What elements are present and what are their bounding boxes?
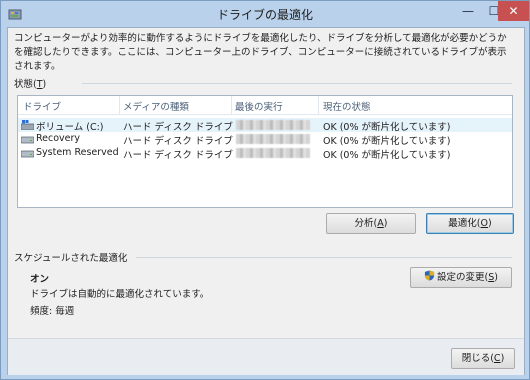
- schedule-description: ドライブは自動的に最適化されています。: [30, 289, 210, 300]
- column-header-drive[interactable]: ドライブ: [23, 99, 61, 113]
- media-type: ハード ディスク ドライブ: [123, 150, 233, 161]
- description-text: コンピューターがより効率的に動作するようにドライブを最適化したり、ドライブを分析…: [14, 33, 507, 72]
- last-run-redacted: [236, 134, 310, 144]
- schedule-frequency: 頻度: 毎週: [30, 306, 75, 317]
- hard-drive-icon: [21, 150, 34, 158]
- last-run-redacted: [236, 120, 310, 130]
- drive-row-system-reserved[interactable]: System Reserved ハード ディスク ドライブ OK (0% が断片…: [18, 146, 512, 161]
- status-separator: [82, 83, 512, 84]
- schedule-separator: [136, 257, 512, 258]
- column-header-media-type[interactable]: メディアの種類: [123, 99, 189, 113]
- optimize-drives-window: ドライブの最適化 — ☐ ✕ コンピューターがより効率的に動作するようにドライブ…: [0, 0, 530, 380]
- list-header: ドライブ メディアの種類 最後の実行 現在の状態: [18, 96, 512, 115]
- drive-list[interactable]: ドライブ メディアの種類 最後の実行 現在の状態 ボリューム (C:) ハード …: [17, 95, 513, 208]
- dialog-footer: 閉じる(C): [8, 338, 524, 375]
- drive-row-c[interactable]: ボリューム (C:) ハード ディスク ドライブ OK (0% が断片化していま…: [18, 118, 512, 133]
- status-section-label: 状態(T): [14, 79, 47, 90]
- drive-status: OK (0% が断片化しています): [323, 150, 451, 161]
- drive-name: System Reserved: [36, 147, 119, 158]
- minimize-button[interactable]: —: [455, 1, 481, 21]
- dialog-body: コンピューターがより効率的に動作するようにドライブを最適化したり、ドライブを分析…: [7, 27, 525, 375]
- drive-name: ボリューム (C:): [36, 122, 104, 133]
- uac-shield-icon: [424, 270, 435, 281]
- schedule-section-label: スケジュールされた最適化: [14, 253, 128, 264]
- windows-drive-icon: [21, 120, 34, 130]
- drive-name: Recovery: [36, 133, 81, 144]
- column-divider[interactable]: [318, 96, 319, 114]
- schedule-status: オン: [30, 274, 50, 285]
- title-bar[interactable]: ドライブの最適化 — ☐ ✕: [1, 1, 529, 27]
- media-type: ハード ディスク ドライブ: [123, 136, 233, 147]
- column-divider[interactable]: [231, 96, 232, 114]
- column-header-current-status[interactable]: 現在の状態: [323, 99, 371, 113]
- close-window-button[interactable]: ✕: [498, 1, 529, 21]
- drive-row-recovery[interactable]: Recovery ハード ディスク ドライブ OK (0% が断片化しています): [18, 132, 512, 147]
- last-run-redacted: [236, 148, 310, 158]
- hard-drive-icon: [21, 136, 34, 144]
- drive-status: OK (0% が断片化しています): [323, 136, 451, 147]
- drive-status: OK (0% が断片化しています): [323, 122, 451, 133]
- analyze-button[interactable]: 分析(A): [326, 213, 416, 234]
- window-title: ドライブの最適化: [216, 8, 313, 22]
- media-type: ハード ディスク ドライブ: [123, 122, 233, 133]
- column-divider[interactable]: [119, 96, 120, 114]
- optimize-button[interactable]: 最適化(O): [426, 213, 514, 234]
- change-settings-button[interactable]: 設定の変更(S): [410, 267, 512, 288]
- close-button[interactable]: 閉じる(C): [451, 348, 515, 369]
- column-header-last-run[interactable]: 最後の実行: [235, 99, 283, 113]
